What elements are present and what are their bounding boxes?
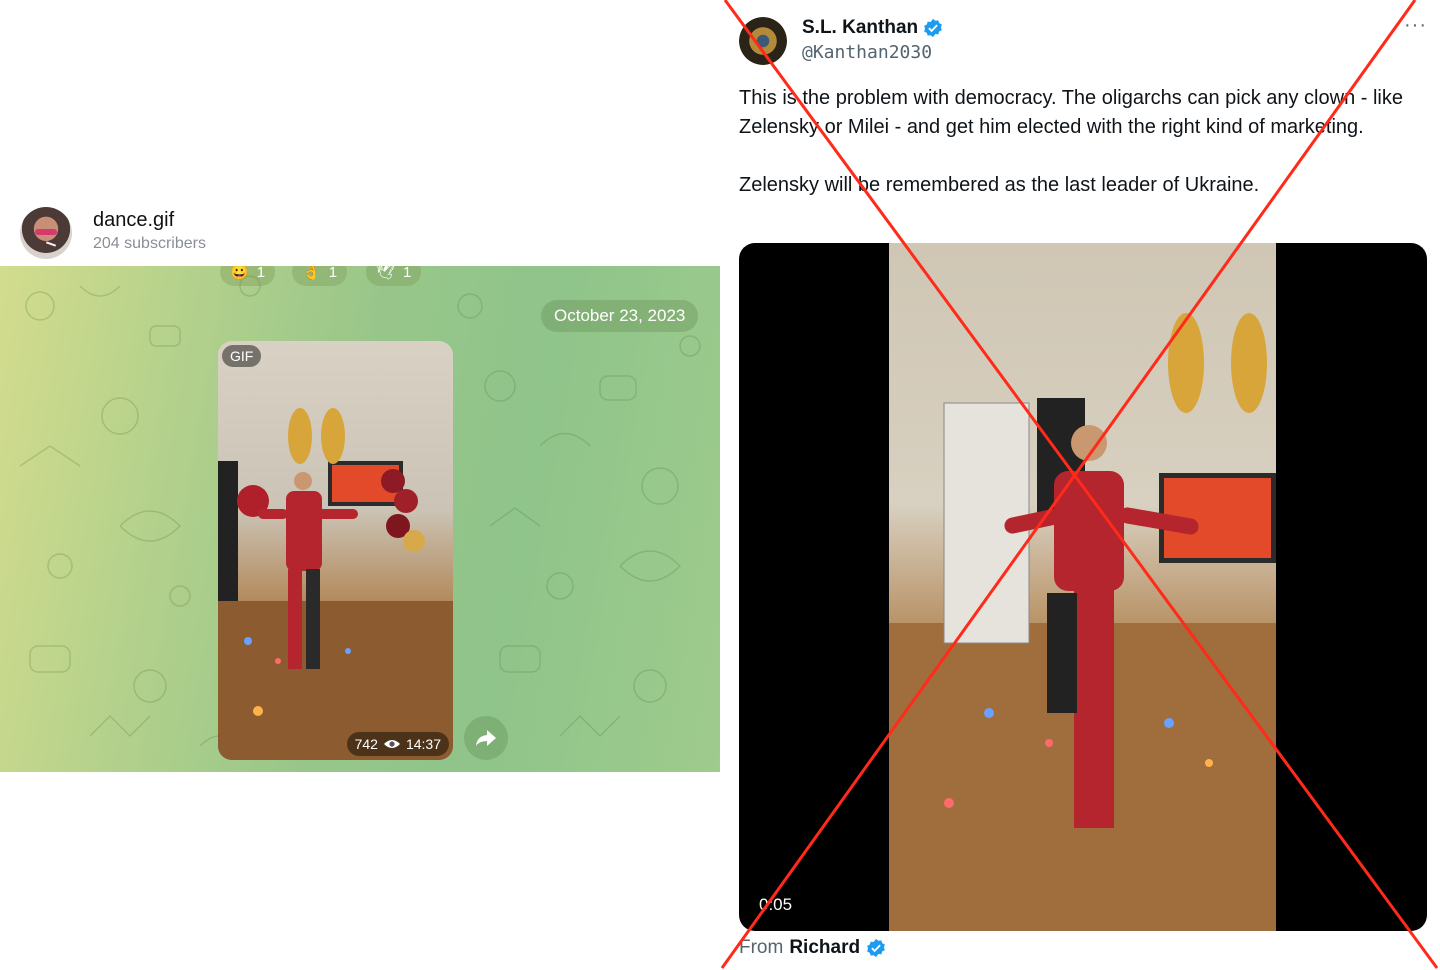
reaction-grin[interactable]: 😀 1 <box>220 266 276 286</box>
tweet-author-avatar[interactable] <box>739 17 787 65</box>
forward-arrow-icon <box>476 730 496 746</box>
gif-scene <box>218 408 453 760</box>
video-frame <box>889 243 1276 931</box>
reaction-emoji: 👌 <box>302 266 321 281</box>
avatar-glasses <box>35 229 57 235</box>
channel-avatar[interactable] <box>20 207 72 259</box>
attribution-name[interactable]: Richard <box>789 937 860 959</box>
date-separator: October 23, 2023 <box>541 300 699 332</box>
channel-name[interactable]: dance.gif <box>93 209 174 232</box>
reaction-count: 1 <box>403 266 412 281</box>
reaction-ok-hand[interactable]: 👌 1 <box>292 266 348 286</box>
eye-icon <box>383 740 400 748</box>
gif-badge: GIF <box>222 345 262 367</box>
tweet-text: This is the problem with democracy. The … <box>739 87 1403 196</box>
telegram-chat-area: 😀 1 👌 1 🕊 1 October 23, 2023 GIF 742 14:… <box>0 266 720 772</box>
telegram-channel-header[interactable]: dance.gif 204 subscribers <box>0 200 720 266</box>
avatar-cigarette <box>45 241 57 247</box>
from-label: From <box>739 937 784 958</box>
message-time: 14:37 <box>405 736 441 752</box>
view-count: 742 <box>354 736 378 752</box>
author-name-text: S.L. Kanthan <box>802 17 919 38</box>
video-timestamp: 0:05 <box>759 895 793 914</box>
tweet-author-name[interactable]: S.L. Kanthan <box>802 17 943 39</box>
tweet-video[interactable]: 0:05 <box>739 243 1427 931</box>
more-options-button[interactable]: ··· <box>1404 14 1427 37</box>
gif-message[interactable]: GIF 742 14:37 <box>218 341 453 760</box>
message-meta: 742 14:37 <box>346 732 449 756</box>
reaction-dove[interactable]: 🕊 1 <box>366 266 422 286</box>
tweet-author-handle[interactable]: @Kanthan2030 <box>802 42 932 63</box>
reaction-emoji: 😀 <box>230 266 249 281</box>
reaction-count: 1 <box>256 266 266 281</box>
video-attribution[interactable]: From Richard <box>739 937 886 959</box>
verified-badge-icon <box>924 18 942 38</box>
reaction-count: 1 <box>328 266 338 281</box>
subscriber-count: 204 subscribers <box>93 235 206 252</box>
video-scene <box>889 313 1276 931</box>
verified-badge-icon <box>867 938 885 958</box>
forward-button[interactable] <box>464 716 508 760</box>
reaction-emoji: 🕊 <box>376 266 396 281</box>
